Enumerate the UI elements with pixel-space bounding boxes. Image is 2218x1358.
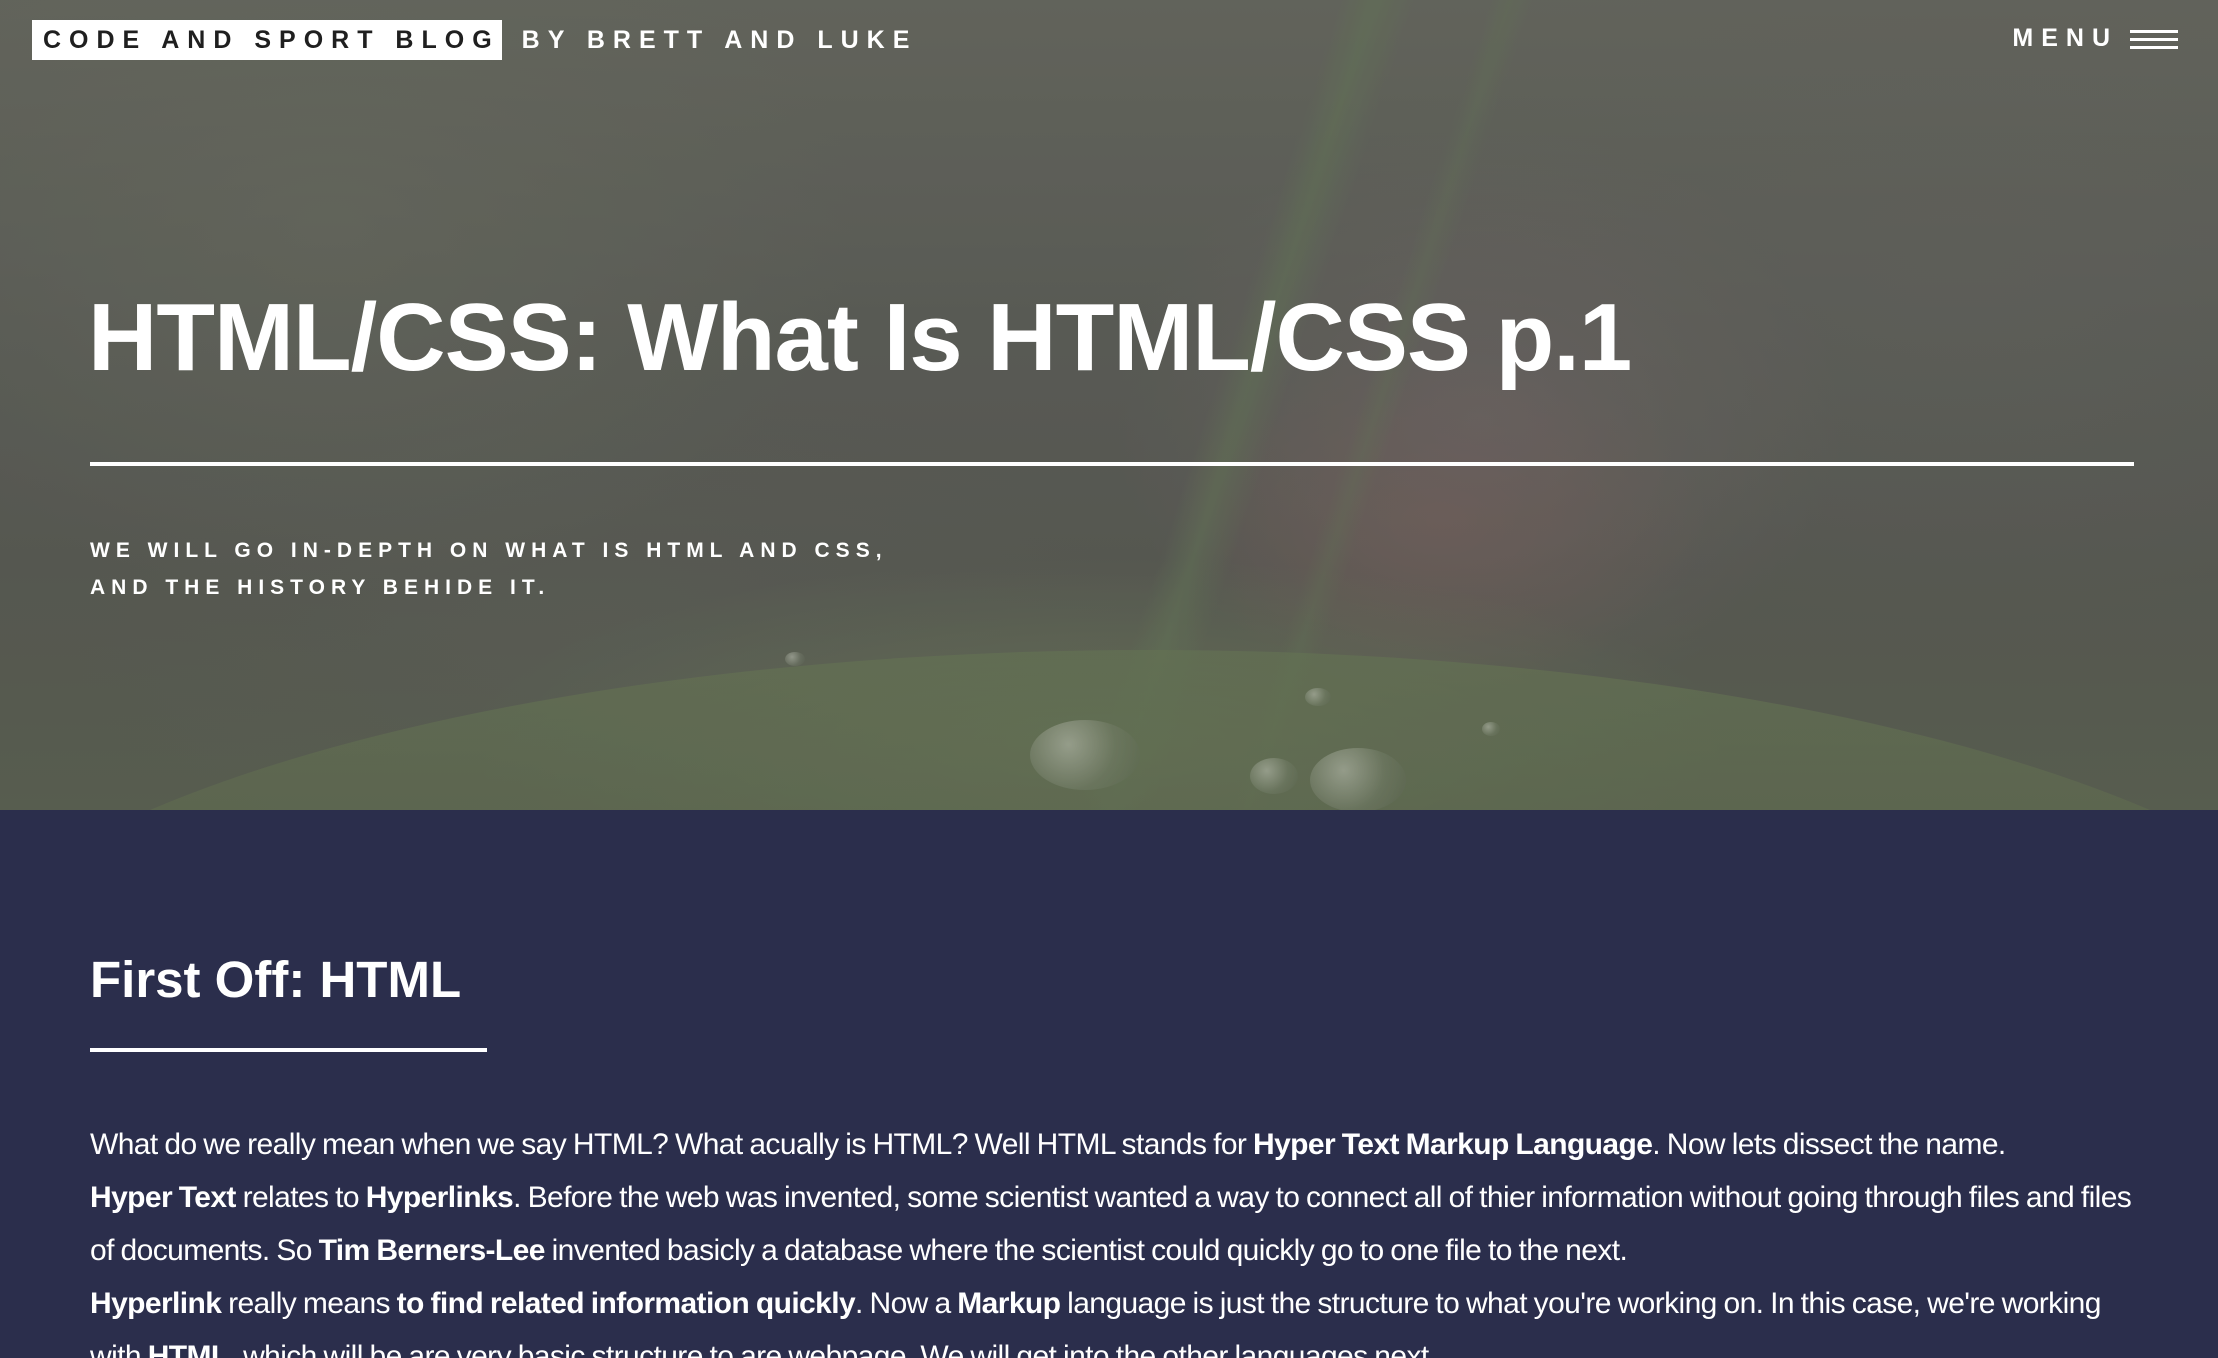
post-subtitle: WE WILL GO IN-DEPTH ON WHAT IS HTML AND … bbox=[90, 532, 990, 606]
post-content: First Off: HTML What do we really mean w… bbox=[0, 810, 2218, 1358]
bold-term: Tim Berners-Lee bbox=[318, 1234, 546, 1267]
bold-term: HTML bbox=[147, 1340, 230, 1358]
hero-banner: CODE AND SPORT BLOG BY BRETT AND LUKE ME… bbox=[0, 0, 2218, 810]
text-run: invented basicly a database where the sc… bbox=[544, 1234, 1628, 1267]
bold-term: Hyper Text Markup Language bbox=[1253, 1128, 1653, 1161]
bold-term: to find related information quickly bbox=[396, 1287, 856, 1320]
body-paragraph: What do we really mean when we say HTML?… bbox=[90, 1118, 2150, 1358]
subtitle-line: WE WILL GO IN-DEPTH ON WHAT IS HTML AND … bbox=[90, 539, 888, 562]
bold-term: Hyper Text bbox=[90, 1181, 236, 1214]
text-run: , which will be are very basic structure… bbox=[228, 1340, 1437, 1358]
text-run: . Now a bbox=[855, 1287, 958, 1320]
bold-term: Hyperlink bbox=[90, 1287, 222, 1320]
post-title: HTML/CSS: What Is HTML/CSS p.1 bbox=[88, 284, 1632, 391]
menu-button[interactable]: MENU bbox=[2012, 24, 2178, 53]
text-run: really means bbox=[221, 1287, 397, 1320]
title-divider bbox=[90, 462, 2134, 466]
bold-term: Markup bbox=[957, 1287, 1061, 1320]
blog-byline: BY BRETT AND LUKE bbox=[521, 25, 918, 54]
subtitle-line: AND THE HISTORY BEHIDE IT. bbox=[90, 576, 551, 599]
section-heading: First Off: HTML bbox=[90, 951, 462, 1008]
menu-label: MENU bbox=[2012, 24, 2118, 52]
text-run: . Now lets dissect the name. bbox=[1652, 1128, 2006, 1161]
text-run: relates to bbox=[235, 1181, 366, 1214]
hamburger-icon bbox=[2130, 27, 2178, 51]
bold-term: Hyperlinks bbox=[365, 1181, 514, 1214]
blog-title-link[interactable]: CODE AND SPORT BLOG bbox=[32, 20, 502, 60]
site-branding: CODE AND SPORT BLOG BY BRETT AND LUKE bbox=[32, 20, 917, 60]
text-run: What do we really mean when we say HTML?… bbox=[90, 1128, 1254, 1161]
heading-divider bbox=[90, 1048, 487, 1052]
background-overlay bbox=[0, 0, 2218, 810]
